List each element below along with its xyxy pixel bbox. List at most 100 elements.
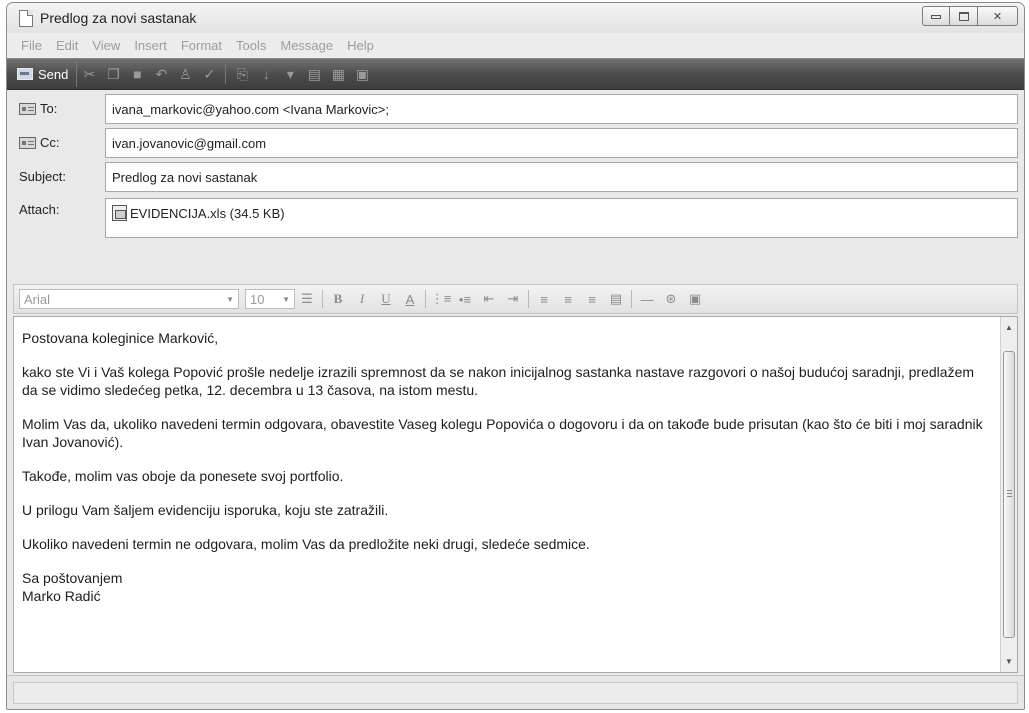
toolbar-separator	[225, 64, 227, 84]
format-separator	[425, 290, 426, 308]
to-button[interactable]: To:	[19, 101, 57, 116]
format-separator	[631, 290, 632, 308]
cc-row: Cc: ivan.jovanovic@gmail.com	[13, 128, 1018, 158]
spelling-icon[interactable]: ✓	[197, 61, 221, 87]
offline-icon[interactable]: ▣	[350, 61, 374, 87]
message-icon	[19, 10, 33, 27]
numbered-list-icon[interactable]: ⋮≡	[429, 287, 453, 311]
to-label: To:	[40, 101, 58, 116]
message-headers: To: ivana_markovic@yahoo.com <Ivana Mark…	[13, 94, 1018, 276]
undo-icon[interactable]: ↶	[149, 61, 173, 87]
encrypt-icon[interactable]: ▦	[326, 61, 350, 87]
spreadsheet-icon	[112, 205, 127, 221]
paragraph-3: Takođe, molim vas oboje da ponesete svoj…	[22, 468, 344, 484]
paragraph-5: Ukoliko navedeni termin ne odgovara, mol…	[22, 536, 590, 552]
hyperlink-icon[interactable]: ⊛	[659, 287, 683, 311]
formatting-toolbar: Arial ▼ 10 ▼ ☰ B I U A ⋮≡ •≡ ⇤ ⇥ ≡ ≡ ≡ ▤…	[13, 284, 1018, 314]
chevron-down-icon: ▼	[226, 294, 234, 304]
menu-message[interactable]: Message	[280, 38, 333, 53]
greeting: Postovana koleginice Marković,	[22, 330, 219, 346]
font-select[interactable]: Arial ▼	[19, 289, 239, 309]
bullet-list-icon[interactable]: •≡	[453, 287, 477, 311]
dropdown-icon[interactable]: ▾	[278, 61, 302, 87]
window-controls: ✕	[922, 6, 1018, 26]
menu-format[interactable]: Format	[181, 38, 222, 53]
status-panel	[13, 682, 1018, 704]
signature: Marko Radić	[22, 588, 101, 604]
horizontal-line-icon[interactable]: —	[635, 287, 659, 311]
priority-icon[interactable]: ↓	[254, 61, 278, 87]
attach-field: EVIDENCIJA.xls (34.5 KB)	[105, 198, 1018, 238]
paragraph-2: Molim Vas da, ukoliko navedeni termin od…	[22, 416, 983, 450]
copy-icon[interactable]: ❐	[101, 61, 125, 87]
address-book-icon	[19, 102, 36, 115]
insert-picture-icon[interactable]: ▣	[683, 287, 707, 311]
send-label: Send	[38, 66, 69, 82]
cc-field[interactable]: ivan.jovanovic@gmail.com	[105, 128, 1018, 158]
align-center-icon[interactable]: ≡	[556, 287, 580, 311]
cc-button[interactable]: Cc:	[19, 135, 60, 150]
format-separator	[322, 290, 323, 308]
menu-file[interactable]: File	[21, 38, 42, 53]
to-field[interactable]: ivana_markovic@yahoo.com <Ivana Markovic…	[105, 94, 1018, 124]
minimize-button[interactable]	[922, 6, 950, 26]
message-body[interactable]: Postovana koleginice Marković, kako ste …	[13, 316, 1018, 673]
paragraph-4: U prilogu Vam šaljem evidenciju isporuka…	[22, 502, 389, 518]
paragraph-1: kako ste Vi i Vaš kolega Popović prošle …	[22, 364, 975, 398]
chevron-down-icon: ▼	[282, 294, 290, 304]
paragraph-style-icon[interactable]: ☰	[295, 287, 319, 311]
underline-icon[interactable]: U	[374, 287, 398, 311]
font-size-select[interactable]: 10 ▼	[245, 289, 295, 309]
menu-tools[interactable]: Tools	[236, 38, 266, 53]
close-button[interactable]: ✕	[978, 6, 1018, 26]
check-names-icon[interactable]: ♙	[173, 61, 197, 87]
address-book-icon	[19, 136, 36, 149]
align-left-icon[interactable]: ≡	[532, 287, 556, 311]
close-icon: ✕	[992, 10, 1003, 23]
decrease-indent-icon[interactable]: ⇤	[477, 287, 501, 311]
compose-window: Predlog za novi sastanak ✕ File Edit Vie…	[6, 2, 1025, 710]
minimize-icon	[931, 15, 941, 19]
closing: Sa poštovanjem	[22, 570, 123, 586]
justify-icon[interactable]: ▤	[604, 287, 628, 311]
send-button[interactable]: Send	[13, 61, 78, 87]
attach-row: Attach: EVIDENCIJA.xls (34.5 KB)	[13, 198, 1018, 240]
scroll-down-icon[interactable]: ▼	[1001, 653, 1017, 670]
status-bar	[7, 675, 1024, 709]
font-value: Arial	[24, 291, 51, 307]
increase-indent-icon[interactable]: ⇥	[501, 287, 525, 311]
italic-icon[interactable]: I	[350, 287, 374, 311]
maximize-button[interactable]	[950, 6, 978, 26]
menu-help[interactable]: Help	[347, 38, 374, 53]
subject-row: Subject: Predlog za novi sastanak	[13, 162, 1018, 192]
menu-insert[interactable]: Insert	[134, 38, 167, 53]
attachment-item[interactable]: EVIDENCIJA.xls (34.5 KB)	[112, 205, 1011, 221]
attach-icon[interactable]: ⎘	[230, 61, 254, 87]
menu-bar: File Edit View Insert Format Tools Messa…	[7, 33, 1024, 58]
send-icon	[17, 68, 33, 80]
font-size-value: 10	[250, 291, 265, 307]
toolbar: Send ✂ ❐ ■ ↶ ♙ ✓ ⎘ ↓ ▾ ▤ ▦ ▣	[7, 58, 1024, 90]
subject-label: Subject:	[19, 169, 66, 184]
maximize-icon	[958, 11, 969, 21]
sign-icon[interactable]: ▤	[302, 61, 326, 87]
format-separator	[528, 290, 529, 308]
menu-view[interactable]: View	[92, 38, 120, 53]
message-text: Postovana koleginice Marković, kako ste …	[22, 329, 993, 605]
scroll-up-icon[interactable]: ▲	[1001, 319, 1017, 336]
font-color-icon[interactable]: A	[398, 287, 422, 311]
vertical-scrollbar[interactable]: ▲ ▼	[1000, 317, 1017, 672]
grip-icon	[1007, 490, 1012, 497]
cut-icon[interactable]: ✂	[77, 61, 101, 87]
window-title: Predlog za novi sastanak	[40, 10, 197, 26]
paste-icon[interactable]: ■	[125, 61, 149, 87]
align-right-icon[interactable]: ≡	[580, 287, 604, 311]
bold-icon[interactable]: B	[326, 287, 350, 311]
title-bar[interactable]: Predlog za novi sastanak ✕	[7, 3, 1024, 33]
to-row: To: ivana_markovic@yahoo.com <Ivana Mark…	[13, 94, 1018, 124]
menu-edit[interactable]: Edit	[56, 38, 78, 53]
cc-label: Cc:	[40, 135, 60, 150]
attach-label: Attach:	[19, 202, 60, 217]
subject-field[interactable]: Predlog za novi sastanak	[105, 162, 1018, 192]
scroll-thumb[interactable]	[1003, 351, 1015, 638]
